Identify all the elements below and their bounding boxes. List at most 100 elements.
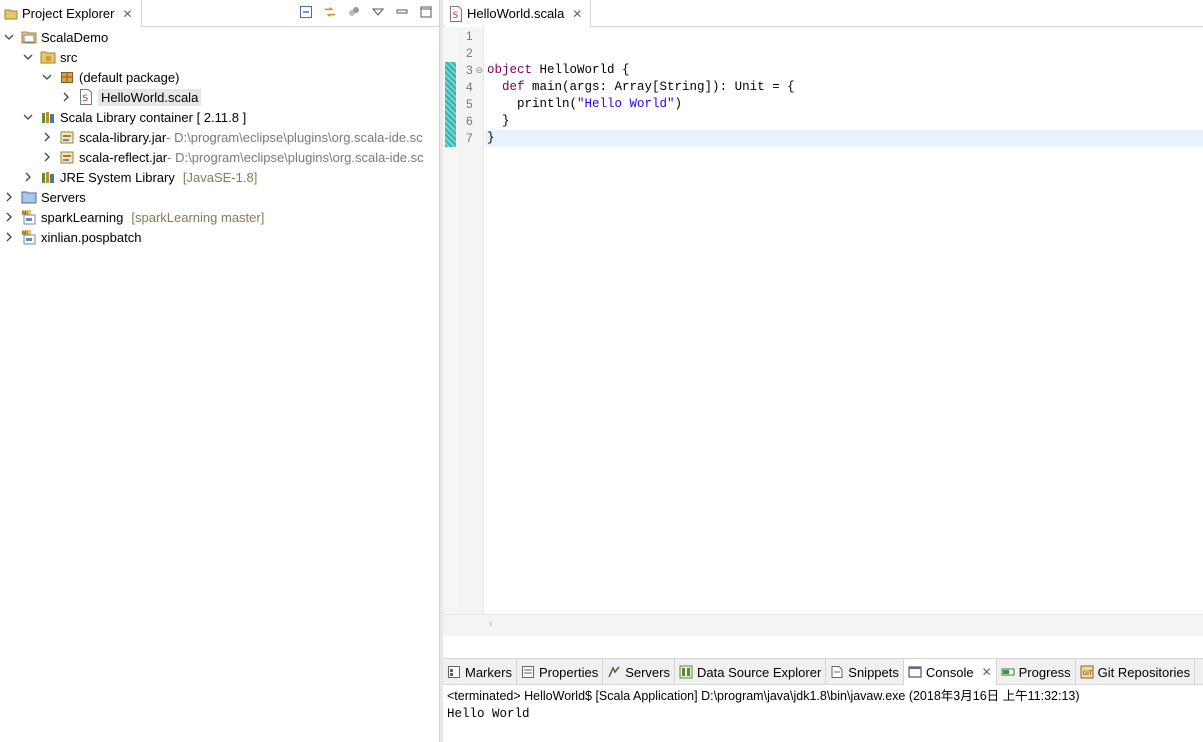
- code-line[interactable]: object HelloWorld {: [485, 62, 1203, 79]
- code-text-area[interactable]: object HelloWorld { def main(args: Array…: [485, 27, 1203, 636]
- chevron-down-icon[interactable]: [22, 51, 34, 63]
- tab-markers[interactable]: Markers: [443, 659, 517, 685]
- console-output[interactable]: Hello World: [447, 706, 530, 723]
- minimize-icon[interactable]: [395, 5, 409, 19]
- servers-icon: [607, 665, 621, 679]
- code-line[interactable]: }: [485, 113, 1203, 130]
- git-project-icon: MJ: [21, 229, 37, 245]
- chevron-down-icon[interactable]: [41, 71, 53, 83]
- tab-label: Data Source Explorer: [697, 664, 822, 680]
- fold-collapse-icon[interactable]: ⊖: [475, 62, 483, 79]
- tab-project-explorer[interactable]: Project Explorer ✕: [0, 0, 142, 27]
- line-number: 7: [458, 130, 484, 147]
- line-number-gutter: 1 2 3 ⊖ 4 5 6 7: [458, 27, 484, 636]
- library-icon: [40, 169, 56, 185]
- chevron-right-icon[interactable]: [41, 131, 53, 143]
- collapse-all-icon[interactable]: [299, 5, 313, 19]
- line-number: 1: [458, 28, 484, 45]
- close-icon[interactable]: ✕: [122, 7, 132, 21]
- close-icon[interactable]: ✕: [572, 7, 582, 21]
- close-icon[interactable]: ✕: [982, 665, 992, 679]
- tab-data-source-explorer[interactable]: Data Source Explorer: [675, 659, 827, 685]
- tab-helloworld-scala[interactable]: S HelloWorld.scala ✕: [445, 0, 592, 27]
- tab-git-repositories[interactable]: GIT Git Repositories: [1076, 659, 1196, 685]
- line-number-text: 4: [466, 80, 473, 94]
- code-token: }: [487, 131, 495, 145]
- code-line[interactable]: println("Hello World"): [485, 96, 1203, 113]
- tree-item-label: (default package): [79, 69, 180, 85]
- scala-file-icon: S: [78, 89, 94, 105]
- code-line[interactable]: [485, 28, 1203, 45]
- tab-label: Markers: [465, 664, 512, 680]
- tree-item[interactable]: ScalaDemo: [0, 27, 439, 47]
- chevron-right-icon[interactable]: [3, 231, 15, 243]
- tab-servers[interactable]: Servers: [603, 659, 675, 685]
- jar-icon: [59, 129, 75, 145]
- chevron-right-icon[interactable]: [22, 171, 34, 183]
- tree-item[interactable]: (default package): [0, 67, 439, 87]
- tab-properties[interactable]: Properties: [517, 659, 604, 685]
- change-marker: [445, 96, 456, 113]
- tab-progress[interactable]: Progress: [997, 659, 1076, 685]
- scroll-left-icon[interactable]: ‹: [489, 618, 493, 630]
- tree-item-label: Scala Library container [ 2.11.8 ]: [60, 109, 247, 125]
- code-token: main(args: Array[String]): Unit = {: [524, 80, 795, 94]
- change-marker: [445, 62, 456, 79]
- line-number-text: 1: [466, 29, 473, 43]
- tab-label: Console: [925, 664, 974, 680]
- horizontal-scrollbar[interactable]: ‹: [443, 614, 1203, 636]
- editor-tabbar: S HelloWorld.scala ✕: [443, 0, 1203, 27]
- tree-item[interactable]: JRE System Library [JavaSE-1.8]: [0, 167, 439, 187]
- project-tree: ScalaDemo src (default package) S HelloWorld…: [0, 27, 439, 247]
- tree-item[interactable]: src: [0, 47, 439, 67]
- chevron-right-icon[interactable]: [3, 191, 15, 203]
- tab-label: Project Explorer: [22, 6, 115, 21]
- tab-label: Snippets: [848, 664, 899, 680]
- code-line[interactable]: }: [485, 130, 1203, 147]
- keyword-token: object: [487, 63, 533, 77]
- chevron-down-icon[interactable]: [22, 111, 34, 123]
- snippets-icon: [830, 665, 844, 679]
- console-panel: Markers Properties Servers Data Source Expl…: [443, 658, 1203, 742]
- chevron-right-icon[interactable]: [60, 91, 72, 103]
- chevron-down-icon[interactable]: [3, 31, 15, 43]
- console-icon: [908, 665, 922, 679]
- keyword-token: def: [502, 80, 525, 94]
- line-number-text: 2: [466, 46, 473, 60]
- maximize-icon[interactable]: [419, 5, 433, 19]
- tab-label: Progress: [1018, 664, 1071, 680]
- link-with-editor-icon[interactable]: [323, 5, 337, 19]
- code-line[interactable]: def main(args: Array[String]): Unit = {: [485, 79, 1203, 96]
- project-explorer-view: Project Explorer ✕ ScalaDemo src (defaul…: [0, 0, 439, 742]
- library-icon: [40, 109, 56, 125]
- code-line[interactable]: [485, 45, 1203, 62]
- editor-area: S HelloWorld.scala ✕ 1 2 3 ⊖ 4 5 6 7 object Hel…: [443, 0, 1203, 658]
- explorer-tabbar: Project Explorer ✕: [0, 0, 439, 27]
- chevron-right-icon[interactable]: [3, 211, 15, 223]
- tree-item-label: xinlian.pospbatch: [41, 229, 142, 245]
- tree-item-label: sparkLearning: [41, 209, 124, 225]
- tree-item-label: scala-library.jar: [79, 129, 167, 145]
- overview-ruler: [443, 27, 458, 636]
- tree-item[interactable]: Scala Library container [ 2.11.8 ]: [0, 107, 439, 127]
- svg-text:S: S: [83, 94, 89, 104]
- line-number-text: 6: [466, 114, 473, 128]
- folder-icon: [21, 189, 37, 205]
- properties-icon: [521, 665, 535, 679]
- tree-item[interactable]: MJ sparkLearning [sparkLearning master]: [0, 207, 439, 227]
- line-number-text: 3: [466, 63, 473, 77]
- code-token: ): [674, 97, 683, 111]
- chevron-right-icon[interactable]: [41, 151, 53, 163]
- tree-item[interactable]: scala-library.jar - D:\program\eclipse\p…: [0, 127, 439, 147]
- filter-icon[interactable]: [347, 5, 361, 19]
- tree-item[interactable]: scala-reflect.jar - D:\program\eclipse\p…: [0, 147, 439, 167]
- view-menu-chevron-icon[interactable]: [371, 5, 385, 19]
- tree-item[interactable]: MJ xinlian.pospbatch: [0, 227, 439, 247]
- tab-console[interactable]: Console ✕: [903, 659, 997, 685]
- editor-body[interactable]: 1 2 3 ⊖ 4 5 6 7 object HelloWorld { def main(ar…: [443, 27, 1203, 636]
- tab-snippets[interactable]: Snippets: [826, 659, 904, 685]
- line-number-text: 5: [466, 97, 473, 111]
- tree-item[interactable]: Servers: [0, 187, 439, 207]
- tree-item-path: - D:\program\eclipse\plugins\org.scala-i…: [167, 149, 424, 165]
- tree-item[interactable]: S HelloWorld.scala: [0, 87, 439, 107]
